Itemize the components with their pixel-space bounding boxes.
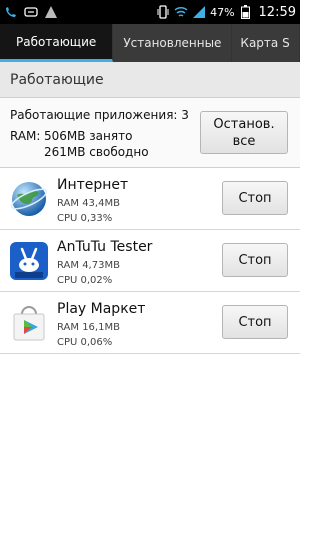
app-ram: RAM 43,4MB xyxy=(57,198,120,209)
stop-button[interactable]: Стоп xyxy=(222,243,288,277)
stop-button[interactable]: Стоп xyxy=(222,181,288,215)
list-item[interactable]: AnTuTu Tester RAM 4,73MB CPU 0,02% Стоп xyxy=(0,230,300,292)
list-item[interactable]: Интернет RAM 43,4MB CPU 0,33% Стоп xyxy=(0,168,300,230)
stop-button[interactable]: Стоп xyxy=(222,305,288,339)
section-title: Работающие xyxy=(0,62,300,98)
battery-icon xyxy=(239,5,253,19)
signal-icon xyxy=(192,5,206,19)
app-name: Play Маркет xyxy=(57,301,146,317)
ram-label: RAM: xyxy=(10,129,41,143)
status-bar: 47% 12:59 xyxy=(0,0,300,24)
tab-running[interactable]: Работающие xyxy=(0,24,114,62)
tab-bar: Работающие Установленные Карта S xyxy=(0,24,300,62)
list-item[interactable]: Play Маркет RAM 16,1MB CPU 0,06% Стоп xyxy=(0,292,300,354)
antutu-icon xyxy=(9,241,49,281)
vibrate-icon xyxy=(156,5,170,19)
app-ram: RAM 4,73MB xyxy=(57,260,120,271)
missed-call-icon xyxy=(4,5,18,19)
app-cpu: CPU 0,02% xyxy=(57,275,113,286)
warning-icon xyxy=(44,5,58,19)
clock: 12:59 xyxy=(258,4,296,20)
stop-all-button[interactable]: Останов. все xyxy=(200,111,288,154)
wifi-icon xyxy=(174,5,188,19)
app-ram: RAM 16,1MB xyxy=(57,322,120,333)
app-name: AnTuTu Tester xyxy=(57,239,153,255)
app-name: Интернет xyxy=(57,177,129,193)
tab-sd-card[interactable]: Карта S xyxy=(232,24,300,62)
ram-used: 506MB занято xyxy=(44,129,133,143)
battery-percent: 47% xyxy=(210,5,235,19)
memory-summary: Работающие приложения: 3 RAM: 506MB заня… xyxy=(0,98,300,168)
play-store-icon xyxy=(9,303,49,343)
app-cpu: CPU 0,06% xyxy=(57,337,113,348)
ram-free: 261MB свободно xyxy=(44,145,149,159)
app-cpu: CPU 0,33% xyxy=(57,213,113,224)
running-apps-count: Работающие приложения: 3 xyxy=(10,108,189,122)
globe-icon xyxy=(9,179,49,219)
message-icon xyxy=(24,5,38,19)
tab-installed[interactable]: Установленные xyxy=(113,24,233,62)
